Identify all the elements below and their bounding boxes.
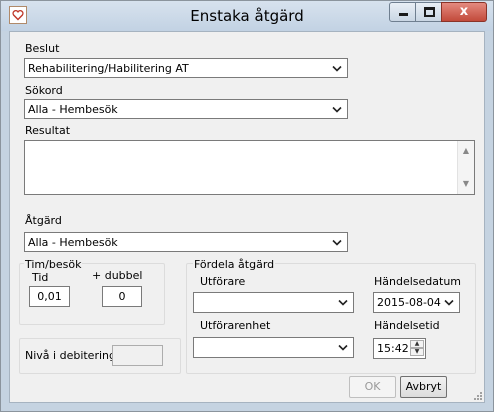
title-bar[interactable]: Enstaka åtgärd x <box>1 1 493 31</box>
scroll-down-icon[interactable]: ▼ <box>458 176 474 192</box>
chevron-down-icon <box>332 106 342 113</box>
utforare-label: Utförare <box>200 275 246 288</box>
dubbel-label: + dubbel <box>92 269 143 282</box>
cancel-button[interactable]: Avbryt <box>400 376 447 398</box>
chevron-down-icon <box>332 239 342 246</box>
atgard-value: Alla - Hembesök <box>28 236 118 249</box>
niva-input <box>112 345 163 366</box>
chevron-down-icon <box>444 299 454 306</box>
maximize-button[interactable] <box>415 2 442 22</box>
utforarenhet-select[interactable] <box>193 337 354 358</box>
handelsetid-input[interactable]: 15:42 ▲ ▼ <box>373 338 426 359</box>
atgard-label: Åtgärd <box>25 214 62 227</box>
beslut-select[interactable]: Rehabilitering/Habilitering AT <box>24 58 348 78</box>
handelsetid-label: Händelsetid <box>374 319 440 332</box>
tid-label: Tid <box>32 271 49 284</box>
resultat-label: Resultat <box>25 124 71 137</box>
sokord-label: Sökord <box>25 84 63 97</box>
sokord-select[interactable]: Alla - Hembesök <box>24 99 348 119</box>
minimize-button[interactable] <box>389 2 416 22</box>
close-button[interactable]: x <box>441 2 487 22</box>
handelsedatum-value: 2015-08-04 <box>377 296 441 309</box>
utforarenhet-label: Utförarenhet <box>200 319 271 332</box>
maximize-icon <box>424 7 435 17</box>
chevron-down-icon <box>332 65 342 72</box>
handelsetid-value: 15:42 <box>377 342 409 355</box>
utforare-select[interactable] <box>193 292 354 313</box>
timbesok-group-label: Tim/besök <box>24 258 83 271</box>
scroll-up-icon[interactable]: ▲ <box>458 143 474 159</box>
niva-label: Nivå i debitering <box>25 349 116 362</box>
tid-input[interactable]: 0,01 <box>29 286 70 307</box>
fordela-group-label: Fördela åtgärd <box>193 258 276 271</box>
resize-grip-icon[interactable] <box>472 390 482 400</box>
ok-button[interactable]: OK <box>349 376 396 398</box>
dialog-window: Enstaka åtgärd x Beslut Rehabilitering/H… <box>0 0 494 412</box>
handelsetid-spinner[interactable]: ▲ ▼ <box>410 340 424 357</box>
dialog-client-area: Beslut Rehabilitering/Habilitering AT Sö… <box>9 31 485 403</box>
handelsedatum-picker[interactable]: 2015-08-04 <box>373 292 460 313</box>
resultat-scrollbar[interactable]: ▲ ▼ <box>457 141 474 194</box>
beslut-label: Beslut <box>25 42 60 55</box>
dubbel-input[interactable]: 0 <box>102 286 142 307</box>
close-icon: x <box>459 4 469 19</box>
handelsedatum-label: Händelsedatum <box>374 275 462 288</box>
chevron-down-icon <box>338 344 348 351</box>
beslut-value: Rehabilitering/Habilitering AT <box>28 62 189 75</box>
resultat-textarea[interactable]: ▲ ▼ <box>24 140 475 195</box>
spin-down-icon[interactable]: ▼ <box>410 348 424 356</box>
sokord-value: Alla - Hembesök <box>28 103 118 116</box>
minimize-icon <box>399 13 408 16</box>
spin-up-icon[interactable]: ▲ <box>410 340 424 348</box>
chevron-down-icon <box>338 299 348 306</box>
atgard-select[interactable]: Alla - Hembesök <box>24 232 348 252</box>
